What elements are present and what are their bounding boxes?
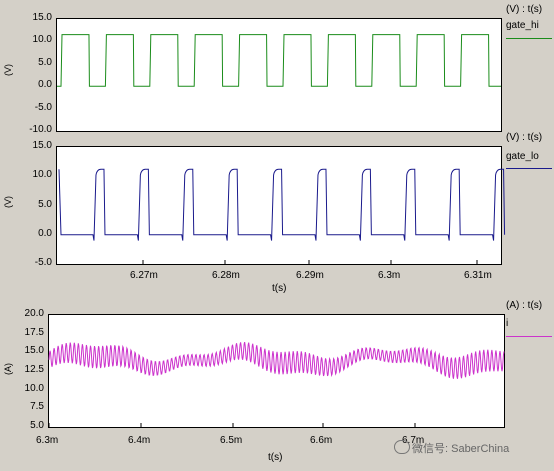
current-xlabel: t(s): [268, 452, 283, 463]
current-ytick-label: 20.0: [24, 308, 44, 319]
gate-hi-ytick-label: 10.0: [32, 34, 52, 46]
current-plot-area: [48, 314, 505, 428]
gate-lo-ytick-label: 10.0: [32, 169, 52, 181]
gate-lo-ytick-label: 0.0: [38, 227, 52, 239]
current-ytick-label: 10.0: [24, 382, 44, 394]
gate-lo-chart: [58, 168, 506, 264]
gate-hi-ylabel: (V): [3, 64, 13, 76]
gate-lo-xtick-label: 6.28m: [212, 270, 240, 281]
gate-lo-plot-area: [56, 146, 506, 265]
current-ytick-label: 5.0: [30, 420, 44, 431]
current-ytick-label: 15.0: [24, 345, 44, 357]
current-xtick-label: 6.6m: [310, 435, 333, 446]
gate-lo-legend-title: (V) : t(s): [506, 132, 543, 143]
gate-hi-ytick-label: -10.0: [29, 124, 52, 135]
gate-hi-legend-name: gate_hi: [506, 20, 539, 31]
gate-hi-legend-title: (V) : t(s): [506, 4, 543, 15]
gate-lo-xlabel: t(s): [272, 283, 287, 294]
gate-lo-panel: (V) 15.0 10.0 5.0 0.0 -5.0 6.27m 6.28m 6.29m 6.…: [0, 132, 554, 295]
gate-hi-chart: [57, 34, 501, 87]
current-ytick-label: 7.5: [30, 401, 44, 413]
wechat-icon: [394, 440, 410, 454]
gate-hi-ytick-label: -5.0: [34, 101, 52, 113]
gate-hi-series-line: [57, 34, 501, 87]
gate-hi-ytick-label: 15.0: [32, 12, 52, 23]
gate-lo-xtick-label: 6.27m: [130, 270, 158, 281]
gate-lo-series-line: [58, 168, 506, 241]
current-xtick-label: 6.4m: [128, 435, 151, 446]
current-series-line: [48, 342, 505, 379]
current-ytick-label: 12.5: [24, 364, 44, 375]
current-xtick-label: 6.5m: [220, 435, 243, 446]
gate-hi-legend-line: [506, 38, 552, 39]
gate-hi-ytick-label: 5.0: [38, 56, 52, 68]
current-ytick-label: 17.5: [24, 326, 44, 338]
watermark-text: 微信号: SaberChina: [412, 443, 510, 455]
gate-lo-legend-line: [506, 168, 552, 169]
gate-lo-ytick-label: 5.0: [38, 198, 52, 210]
current-legend-line: [506, 336, 552, 337]
current-chart: [48, 342, 505, 427]
gate-lo-legend-name: gate_lo: [506, 151, 539, 162]
gate-lo-ytick-label: -5.0: [34, 257, 52, 268]
gate-hi-panel: (V) 15.0 10.0 5.0 0.0 -5.0 -10.0 (V) : t(s) g…: [0, 0, 554, 145]
gate-lo-ylabel: (V): [3, 196, 13, 208]
current-xtick-label: 6.3m: [36, 435, 59, 446]
current-ylabel: (A): [3, 363, 13, 375]
gate-hi-plot-area: [56, 18, 502, 132]
current-legend-title: (A) : t(s): [506, 300, 543, 311]
gate-lo-xtick-label: 6.3m: [378, 270, 401, 281]
current-legend-name: i: [506, 318, 509, 329]
gate-lo-xtick-label: 6.29m: [296, 270, 324, 281]
gate-lo-ytick-label: 15.0: [32, 140, 52, 151]
gate-hi-ytick-label: 0.0: [38, 79, 52, 91]
gate-lo-xtick-label: 6.31m: [464, 270, 492, 281]
